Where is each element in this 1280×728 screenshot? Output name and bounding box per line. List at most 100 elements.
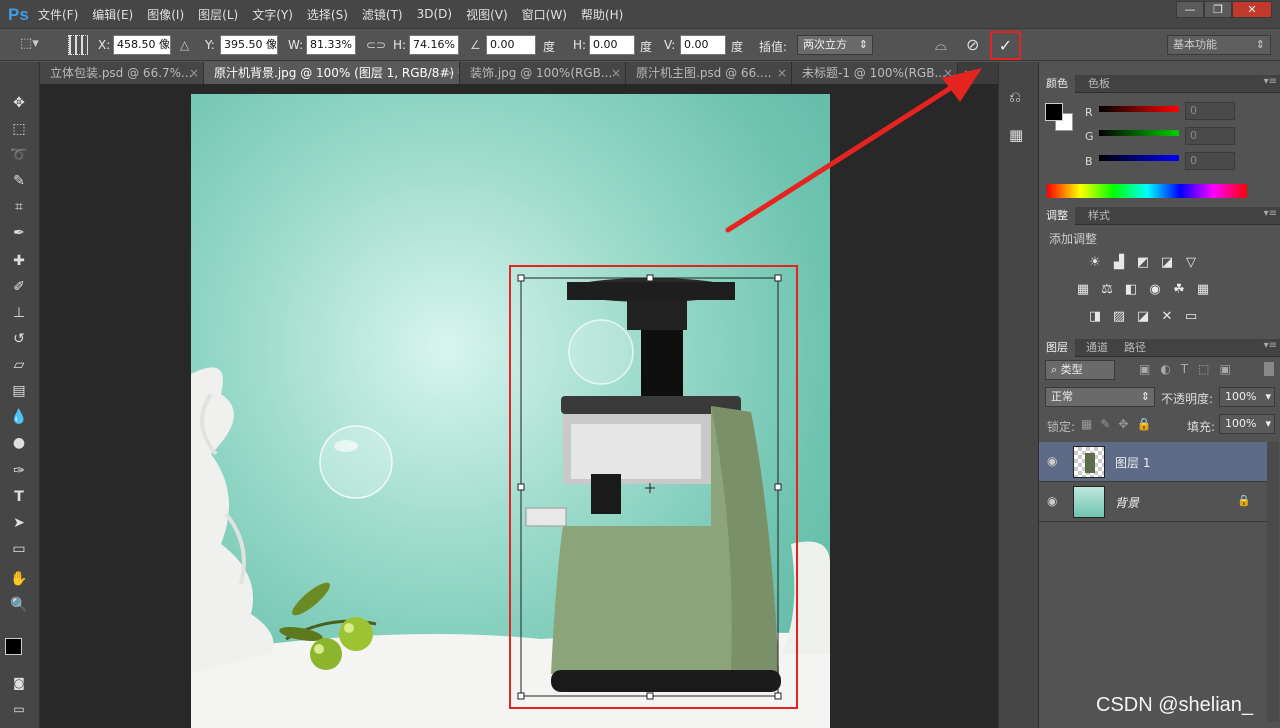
layer-row-selected[interactable]: ◉ 图层 1	[1039, 442, 1267, 482]
black-white-icon[interactable]: ◧	[1123, 282, 1139, 298]
transform-handle[interactable]	[517, 483, 525, 491]
green-slider[interactable]	[1099, 130, 1179, 136]
blue-slider[interactable]	[1099, 155, 1179, 161]
layer-row[interactable]: ◉ 背景 🔒	[1039, 482, 1267, 522]
gradient-tool-icon[interactable]: ▤	[8, 380, 30, 402]
visibility-eye-icon[interactable]: ◉	[1047, 454, 1057, 468]
marquee-tool-icon[interactable]: ⬚	[8, 118, 30, 140]
opacity-field[interactable]: 100% ▾	[1219, 387, 1275, 407]
menu-window[interactable]: 窗口(W)	[522, 6, 567, 23]
menu-edit[interactable]: 编辑(E)	[92, 6, 133, 23]
visibility-eye-icon[interactable]: ◉	[1047, 494, 1057, 508]
menu-select[interactable]: 选择(S)	[307, 6, 348, 23]
minimize-button[interactable]: —	[1176, 1, 1204, 18]
pen-tool-icon[interactable]: ✑	[8, 460, 30, 482]
color-foreground-swatch[interactable]	[1045, 103, 1063, 121]
w-field[interactable]: 81.33%	[306, 35, 356, 55]
red-value-field[interactable]: 0	[1185, 102, 1235, 120]
clone-stamp-icon[interactable]: ⊥	[8, 302, 30, 324]
layer-filter-select[interactable]: ⌕ 类型	[1045, 360, 1115, 380]
eyedropper-tool-icon[interactable]: ✒	[8, 222, 30, 244]
menu-layer[interactable]: 图层(L)	[198, 6, 238, 23]
exposure-icon[interactable]: ◪	[1159, 255, 1175, 271]
tab-document-active[interactable]: 原汁机背景.jpg @ 100% (图层 1, RGB/8#) * ×	[204, 62, 460, 84]
selective-color-icon[interactable]: ✕	[1159, 309, 1175, 325]
brush-tool-icon[interactable]: ✐	[8, 276, 30, 298]
photo-filter-icon[interactable]: ◉	[1147, 282, 1163, 298]
color-lookup-icon[interactable]: ▦	[1195, 282, 1211, 298]
eraser-tool-icon[interactable]: ▱	[8, 354, 30, 376]
tab-adjustments[interactable]: 调整	[1039, 207, 1075, 225]
dodge-tool-icon[interactable]: ●	[8, 432, 30, 454]
transform-handle[interactable]	[646, 692, 654, 700]
panel-menu-icon[interactable]: ▾≡	[1264, 76, 1277, 87]
angle-field[interactable]: 0.00	[486, 35, 536, 55]
history-panel-icon[interactable]: ⎌	[1009, 88, 1021, 106]
transform-handle[interactable]	[517, 692, 525, 700]
quick-mask-icon[interactable]: ◙	[8, 672, 30, 694]
properties-panel-icon[interactable]: ▦	[1009, 126, 1023, 144]
menu-filter[interactable]: 滤镜(T)	[362, 6, 403, 23]
tab-layers[interactable]: 图层	[1039, 339, 1075, 357]
h-field[interactable]: 74.16%	[409, 35, 459, 55]
interpolation-select[interactable]: 两次立方 ⇕	[797, 35, 873, 55]
tab-channels[interactable]: 通道	[1079, 339, 1115, 357]
brightness-icon[interactable]: ☀	[1087, 255, 1103, 271]
hand-tool-icon[interactable]: ✋	[8, 568, 30, 590]
menu-type[interactable]: 文字(Y)	[252, 6, 293, 23]
close-tab-icon[interactable]: ×	[611, 62, 621, 84]
gradient-map-icon[interactable]: ▭	[1183, 309, 1199, 325]
tab-swatches[interactable]: 色板	[1081, 75, 1117, 93]
close-window-button[interactable]: ✕	[1232, 1, 1272, 18]
hskew-field[interactable]: 0.00	[589, 35, 635, 55]
vskew-field[interactable]: 0.00	[680, 35, 726, 55]
fill-field[interactable]: 100% ▾	[1219, 414, 1275, 434]
layer-filter-icons[interactable]: ▣◐T⬚▣	[1139, 362, 1241, 376]
transform-handle[interactable]	[774, 274, 782, 282]
menu-image[interactable]: 图像(I)	[147, 6, 184, 23]
foreground-color-swatch[interactable]	[5, 638, 22, 655]
cancel-transform-icon[interactable]: ⊘	[966, 35, 979, 54]
lock-icons[interactable]: ▦✎✥🔒	[1081, 417, 1159, 431]
zoom-tool-icon[interactable]: 🔍	[8, 594, 30, 616]
menu-help[interactable]: 帮助(H)	[581, 6, 623, 23]
history-brush-icon[interactable]: ↺	[8, 328, 30, 350]
filter-toggle[interactable]	[1264, 362, 1274, 376]
color-balance-icon[interactable]: ⚖	[1099, 282, 1115, 298]
transform-handle[interactable]	[774, 692, 782, 700]
vibrance-icon[interactable]: ▽	[1183, 255, 1199, 271]
move-tool-icon[interactable]: ✥	[8, 92, 30, 114]
tab-color[interactable]: 颜色	[1039, 75, 1075, 93]
tab-document[interactable]: 立体包装.psd @ 66.7%... ×	[40, 62, 204, 84]
workspace-select[interactable]: 基本功能 ⇕	[1167, 35, 1271, 55]
posterize-icon[interactable]: ▨	[1111, 309, 1127, 325]
threshold-icon[interactable]: ◪	[1135, 309, 1151, 325]
tab-styles[interactable]: 样式	[1081, 207, 1117, 225]
restore-button[interactable]: ❐	[1204, 1, 1232, 18]
blend-mode-select[interactable]: 正常 ⇕	[1045, 387, 1155, 407]
menu-view[interactable]: 视图(V)	[466, 6, 508, 23]
transform-handle[interactable]	[774, 483, 782, 491]
path-select-icon[interactable]: ➤	[8, 512, 30, 534]
transform-handle[interactable]	[517, 274, 525, 282]
green-value-field[interactable]: 0	[1185, 127, 1235, 145]
link-icon[interactable]: ⊂⊃	[366, 38, 386, 52]
blue-value-field[interactable]: 0	[1185, 152, 1235, 170]
crop-tool-icon[interactable]: ⌗	[8, 196, 30, 218]
panel-menu-icon[interactable]: ▾≡	[1264, 340, 1277, 351]
invert-icon[interactable]: ◨	[1087, 309, 1103, 325]
blur-tool-icon[interactable]: 💧	[8, 406, 30, 428]
tab-paths[interactable]: 路径	[1117, 339, 1153, 357]
hue-saturation-icon[interactable]: ▦	[1075, 282, 1091, 298]
levels-icon[interactable]: ▟	[1111, 255, 1127, 271]
red-slider[interactable]	[1099, 106, 1179, 112]
menu-file[interactable]: 文件(F)	[38, 6, 78, 23]
color-spectrum-bar[interactable]	[1047, 184, 1247, 198]
type-tool-icon[interactable]: T	[8, 486, 30, 508]
transform-handle[interactable]	[646, 274, 654, 282]
panel-menu-icon[interactable]: ▾≡	[1264, 208, 1277, 219]
layers-scrollbar[interactable]	[1267, 442, 1279, 722]
close-tab-icon[interactable]: ×	[445, 62, 455, 84]
healing-brush-icon[interactable]: ✚	[8, 250, 30, 272]
curves-icon[interactable]: ◩	[1135, 255, 1151, 271]
